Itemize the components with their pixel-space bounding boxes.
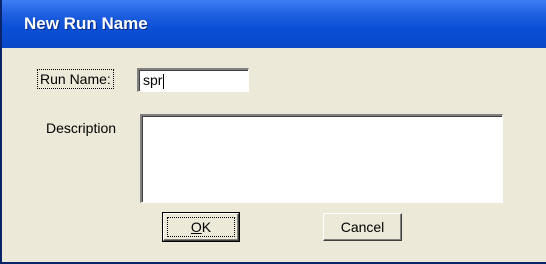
run-name-label: Run Name: (37, 69, 114, 89)
title-bar[interactable]: New Run Name (2, 0, 546, 48)
description-textarea[interactable] (140, 114, 503, 203)
cancel-button-label: Cancel (340, 219, 385, 235)
ok-button[interactable]: OK (162, 212, 240, 242)
cancel-button[interactable]: Cancel (323, 213, 402, 241)
text-caret (163, 73, 165, 89)
description-label: Description (46, 120, 117, 136)
run-name-input[interactable]: spr (137, 68, 249, 92)
ok-button-focus-rect (167, 217, 235, 237)
run-name-value: spr (143, 72, 163, 88)
new-run-name-dialog: New Run Name Run Name: spr Description O… (0, 0, 546, 264)
window-title: New Run Name (24, 14, 148, 33)
dialog-content: Run Name: spr Description OK Cancel (2, 48, 546, 262)
